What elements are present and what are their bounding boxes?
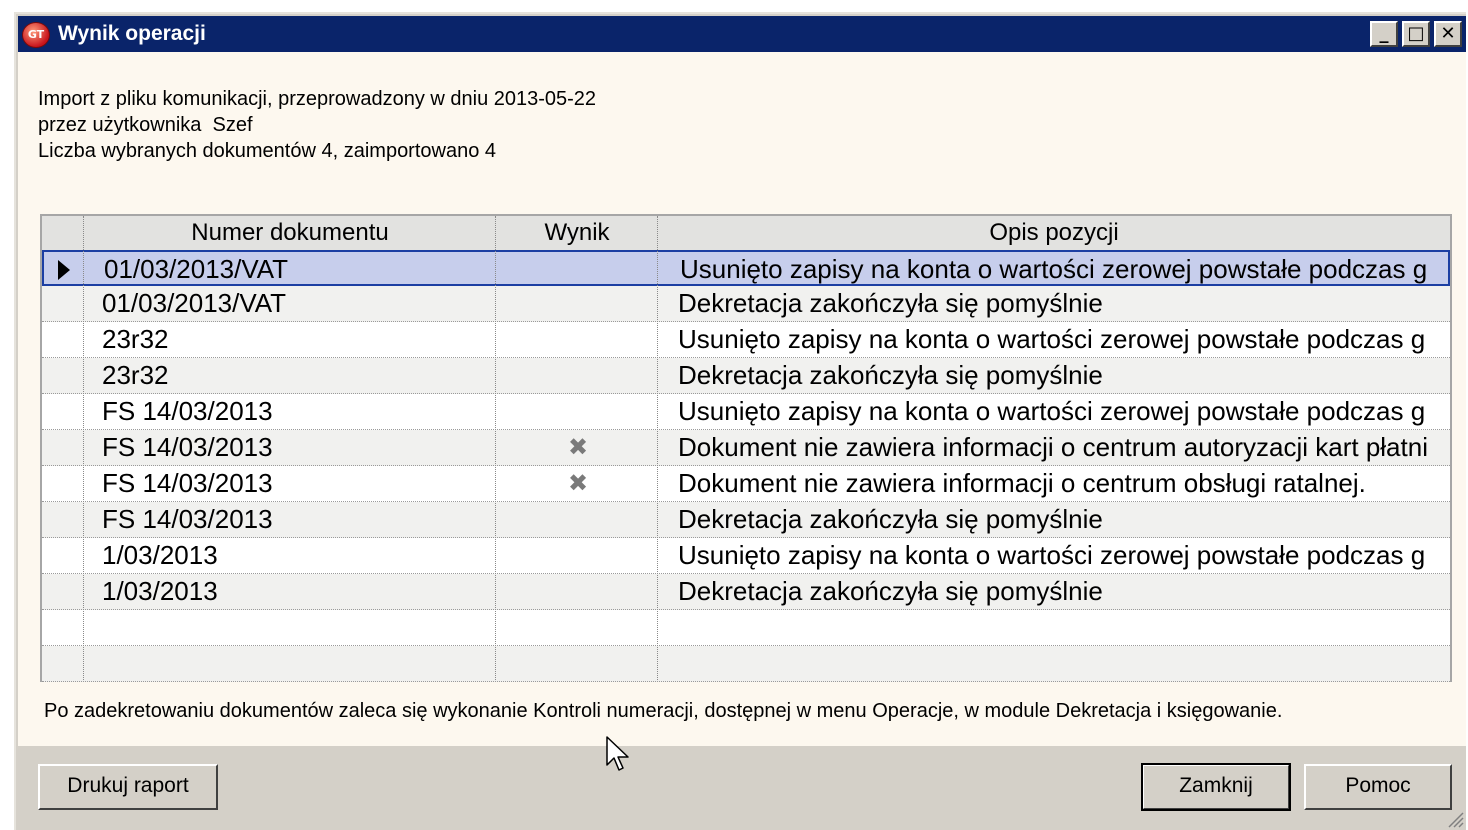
current-row-indicator-icon: [58, 260, 70, 280]
document-number-cell: 23r32: [102, 360, 169, 390]
grid-divider: [83, 216, 84, 680]
description-cell: Usunięto zapisy na konta o wartości zero…: [678, 540, 1426, 570]
title-bar[interactable]: GT Wynik operacji _ □ ✕: [18, 16, 1466, 52]
table-row[interactable]: 01/03/2013/VAT Dekretacja zakończyła się …: [42, 286, 1450, 322]
grid-header: Numer dokumentu Wynik Opis pozycji: [42, 216, 1450, 251]
table-row[interactable]: 23r32 Usunięto zapisy na konta o wartości…: [42, 322, 1450, 358]
description-cell: Usunięto zapisy na konta o wartości zero…: [680, 254, 1428, 284]
user-info-line: przez użytkownika Szef: [38, 114, 253, 136]
app-logo-icon: GT: [22, 22, 50, 48]
column-header-document-number[interactable]: Numer dokumentu: [84, 219, 496, 247]
minimize-button[interactable]: _: [1370, 21, 1398, 47]
grid-divider: [495, 216, 496, 680]
content-panel: Import z pliku komunikacji, przeprowadzo…: [18, 52, 1466, 746]
table-row[interactable]: 1/03/2013 Dekretacja zakończyła się pomyś…: [42, 574, 1450, 610]
count-info-line: Liczba wybranych dokumentów 4, zaimporto…: [38, 140, 497, 162]
table-row[interactable]: [42, 610, 1450, 646]
description-cell: Dokument nie zawiera informacji o centru…: [678, 432, 1428, 462]
table-row[interactable]: 01/03/2013/VAT Usunięto zapisy na konta o…: [42, 250, 1450, 286]
window-title: Wynik operacji: [58, 22, 206, 45]
document-number-cell: 01/03/2013/VAT: [102, 288, 287, 318]
table-row[interactable]: 1/03/2013 Usunięto zapisy na konta o wart…: [42, 538, 1450, 574]
error-x-icon: ✖: [567, 433, 589, 461]
maximize-button[interactable]: □: [1402, 21, 1430, 47]
table-row[interactable]: FS 14/03/2013 Dekretacja zakończyła się p…: [42, 502, 1450, 538]
import-info-line: Import z pliku komunikacji, przeprowadzo…: [38, 88, 597, 110]
description-cell: Usunięto zapisy na konta o wartości zero…: [678, 396, 1426, 426]
description-cell: Dekretacja zakończyła się pomyślnie: [678, 360, 1103, 390]
document-number-cell: 23r32: [102, 324, 169, 354]
error-x-icon: ✖: [567, 469, 589, 497]
document-number-cell: FS 14/03/2013: [102, 396, 273, 426]
document-number-cell: 1/03/2013: [102, 576, 218, 606]
document-number-cell: FS 14/03/2013: [102, 504, 273, 534]
table-row[interactable]: FS 14/03/2013 Usunięto zapisy na konta o …: [42, 394, 1450, 430]
mouse-pointer-icon: [606, 736, 629, 771]
description-cell: Dekretacja zakończyła się pomyślnie: [678, 288, 1103, 318]
table-row[interactable]: [42, 646, 1450, 682]
description-cell: Dekretacja zakończyła się pomyślnie: [678, 576, 1103, 606]
column-header-result[interactable]: Wynik: [496, 219, 658, 247]
grid-divider: [657, 216, 658, 680]
close-button[interactable]: Zamknij: [1141, 763, 1291, 811]
description-cell: Dokument nie zawiera informacji o centru…: [678, 468, 1366, 498]
document-number-cell: 01/03/2013/VAT: [104, 254, 289, 284]
table-row[interactable]: FS 14/03/2013 ✖ Dokument nie zawiera infor…: [42, 466, 1450, 502]
resize-grip-icon[interactable]: [1446, 810, 1464, 828]
document-number-cell: 1/03/2013: [102, 540, 218, 570]
document-number-cell: FS 14/03/2013: [102, 432, 273, 462]
description-cell: Usunięto zapisy na konta o wartości zero…: [678, 324, 1426, 354]
table-row[interactable]: 23r32 Dekretacja zakończyła się pomyślnie: [42, 358, 1450, 394]
description-cell: Dekretacja zakończyła się pomyślnie: [678, 504, 1103, 534]
dialog-window: GT Wynik operacji _ □ ✕ Import z pliku k…: [14, 12, 1466, 830]
recommendation-note: Po zadekretowaniu dokumentów zaleca się …: [44, 700, 1283, 722]
column-header-description[interactable]: Opis pozycji: [658, 219, 1450, 247]
print-report-button[interactable]: Drukuj raport: [38, 764, 218, 810]
help-button[interactable]: Pomoc: [1304, 764, 1452, 810]
close-window-button[interactable]: ✕: [1434, 21, 1462, 47]
document-number-cell: FS 14/03/2013: [102, 468, 273, 498]
results-grid[interactable]: Numer dokumentu Wynik Opis pozycji 01/03…: [40, 214, 1452, 682]
table-row[interactable]: FS 14/03/2013 ✖ Dokument nie zawiera infor…: [42, 430, 1450, 466]
